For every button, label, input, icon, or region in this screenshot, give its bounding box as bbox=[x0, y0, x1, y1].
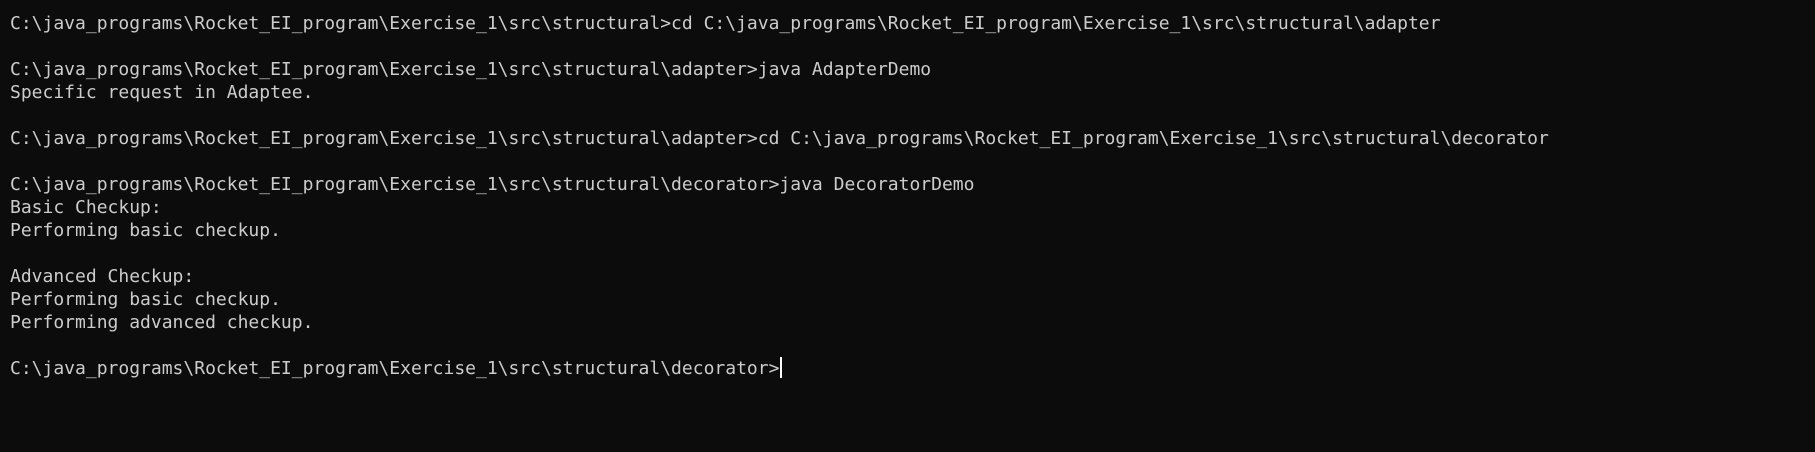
terminal-line-4: Specific request in Adaptee. bbox=[10, 82, 314, 103]
terminal-line-14: Performing advanced checkup. bbox=[10, 312, 314, 333]
terminal-line-1: C:\java_programs\Rocket_EI_program\Exerc… bbox=[10, 13, 1441, 34]
terminal-line-13: Performing basic checkup. bbox=[10, 289, 281, 310]
prompt-line[interactable]: C:\java_programs\Rocket_EI_program\Exerc… bbox=[10, 357, 1815, 380]
terminal-line-12: Advanced Checkup: bbox=[10, 266, 195, 287]
terminal-line-10: Performing basic checkup. bbox=[10, 220, 281, 241]
current-prompt: C:\java_programs\Rocket_EI_program\Exerc… bbox=[10, 358, 780, 379]
terminal-line-7 bbox=[10, 150, 1815, 173]
terminal-line-11 bbox=[10, 242, 1815, 265]
terminal-line-8: C:\java_programs\Rocket_EI_program\Exerc… bbox=[10, 174, 975, 195]
terminal-line-15 bbox=[10, 334, 1815, 357]
terminal-window[interactable]: C:\java_programs\Rocket_EI_program\Exerc… bbox=[0, 0, 1815, 452]
text-cursor bbox=[780, 357, 783, 378]
terminal-line-9: Basic Checkup: bbox=[10, 197, 162, 218]
terminal-line-3: C:\java_programs\Rocket_EI_program\Exerc… bbox=[10, 59, 932, 80]
terminal-line-6: C:\java_programs\Rocket_EI_program\Exerc… bbox=[10, 128, 1549, 149]
terminal-line-5 bbox=[10, 104, 1815, 127]
terminal-line-2 bbox=[10, 35, 1815, 58]
